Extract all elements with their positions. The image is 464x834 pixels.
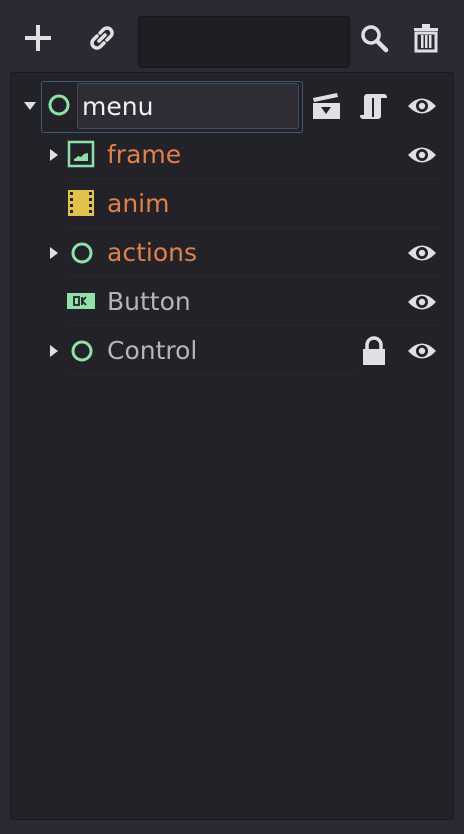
lock-icon — [363, 336, 385, 365]
eye-icon — [408, 147, 436, 163]
visibility-toggle[interactable] — [407, 140, 437, 170]
node-label: Control — [107, 336, 198, 365]
open-scene-button[interactable] — [311, 91, 341, 121]
expand-arrow-icon[interactable] — [47, 246, 61, 260]
open-script-button[interactable] — [359, 91, 389, 121]
tree-row-control[interactable]: Control — [11, 326, 453, 375]
filter-nodes-input[interactable] — [138, 16, 350, 68]
delete-node-button[interactable] — [406, 18, 446, 58]
node-circle-icon — [45, 91, 73, 119]
trash-icon — [414, 24, 438, 53]
visibility-toggle[interactable] — [407, 238, 437, 268]
tree-row-frame[interactable]: frame — [11, 130, 453, 179]
clapperboard-icon — [313, 93, 340, 119]
tree-row-actions[interactable]: actions — [11, 228, 453, 277]
add-node-button[interactable] — [18, 18, 58, 58]
tree-row-anim[interactable]: anim — [11, 179, 453, 228]
lock-toggle[interactable] — [359, 336, 389, 366]
search-icon — [361, 25, 389, 53]
node-circle-icon — [68, 337, 96, 365]
sprite-icon — [67, 140, 95, 168]
animation-player-icon — [67, 189, 95, 217]
expand-arrow-icon[interactable] — [47, 148, 61, 162]
instance-scene-button[interactable] — [82, 18, 122, 58]
visibility-toggle[interactable] — [407, 287, 437, 317]
visibility-toggle[interactable] — [407, 91, 437, 121]
collapse-arrow-icon[interactable] — [23, 99, 37, 113]
node-label: frame — [107, 140, 182, 169]
node-label: anim — [107, 189, 170, 218]
eye-icon — [408, 343, 436, 359]
scene-tree: frame anim — [10, 72, 454, 820]
tree-row-button[interactable]: Button — [11, 277, 453, 326]
expand-arrow-icon[interactable] — [47, 344, 61, 358]
eye-icon — [408, 245, 436, 261]
search-button[interactable] — [354, 18, 394, 58]
eye-icon — [408, 98, 436, 114]
button-icon — [67, 287, 95, 315]
eye-icon — [408, 294, 436, 310]
node-label: actions — [107, 238, 197, 267]
script-icon — [360, 94, 387, 119]
visibility-toggle[interactable] — [407, 336, 437, 366]
node-label: Button — [107, 287, 191, 316]
node-rename-input[interactable] — [77, 83, 299, 129]
node-circle-icon — [68, 239, 96, 267]
link-icon — [90, 26, 114, 50]
row-divider — [71, 374, 357, 375]
scene-toolbar — [0, 0, 464, 72]
add-icon — [25, 25, 51, 51]
tree-row-menu[interactable] — [11, 73, 453, 135]
